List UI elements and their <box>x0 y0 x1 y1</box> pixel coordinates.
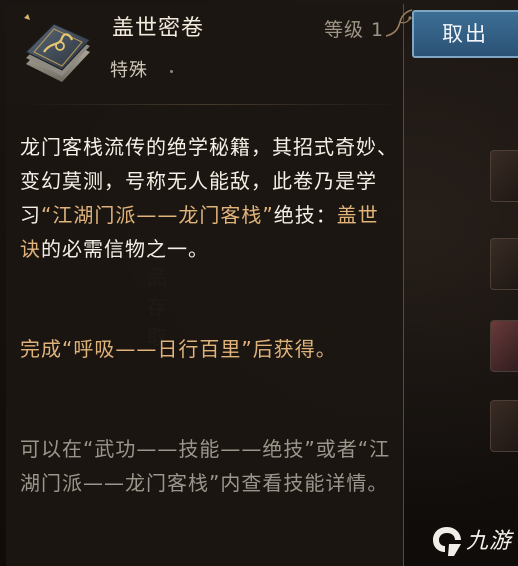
item-name: 盖世密卷 <box>112 16 205 41</box>
secret-scroll-icon <box>24 14 91 82</box>
watermark-text: 九游 <box>466 529 513 554</box>
description-text: 绝技： <box>273 203 337 227</box>
header-divider <box>20 104 400 105</box>
item-description: 龙门客栈流传的绝学秘籍，其招式奇妙、变幻莫测，号称无人能敌，此卷乃是学习“江湖门… <box>20 130 398 266</box>
game-screen: 物 品 存 取 取出 <box>0 0 518 566</box>
item-hint: 可以在“武功——技能——绝技”或者“江湖门派——龙门客栈”内查看技能详情。 <box>20 437 391 495</box>
inventory-slot[interactable] <box>490 238 518 290</box>
jiuyou-logo-icon <box>433 527 461 556</box>
inventory-slot[interactable] <box>490 150 518 202</box>
description-text: 的必需信物之一。 <box>41 237 209 261</box>
inventory-slot[interactable] <box>490 400 518 452</box>
take-out-button[interactable]: 取出 <box>412 10 518 58</box>
item-type: 特殊 <box>110 60 148 81</box>
corner-ornament-icon <box>385 9 413 37</box>
item-type-trail <box>170 70 173 73</box>
inventory-slot[interactable] <box>490 320 518 372</box>
watermark: 九游 <box>430 522 518 562</box>
item-level: 等级 1 <box>324 19 385 41</box>
item-source: 完成“呼吸——日行百里”后获得。 <box>20 337 337 361</box>
item-tooltip: 盖世密卷 等级 1 特殊 龙门客栈流传的绝学秘籍，其招式奇妙、变幻莫测，号称无人… <box>6 4 413 566</box>
description-sect-link: “江湖门派——龙门客栈” <box>41 203 274 227</box>
